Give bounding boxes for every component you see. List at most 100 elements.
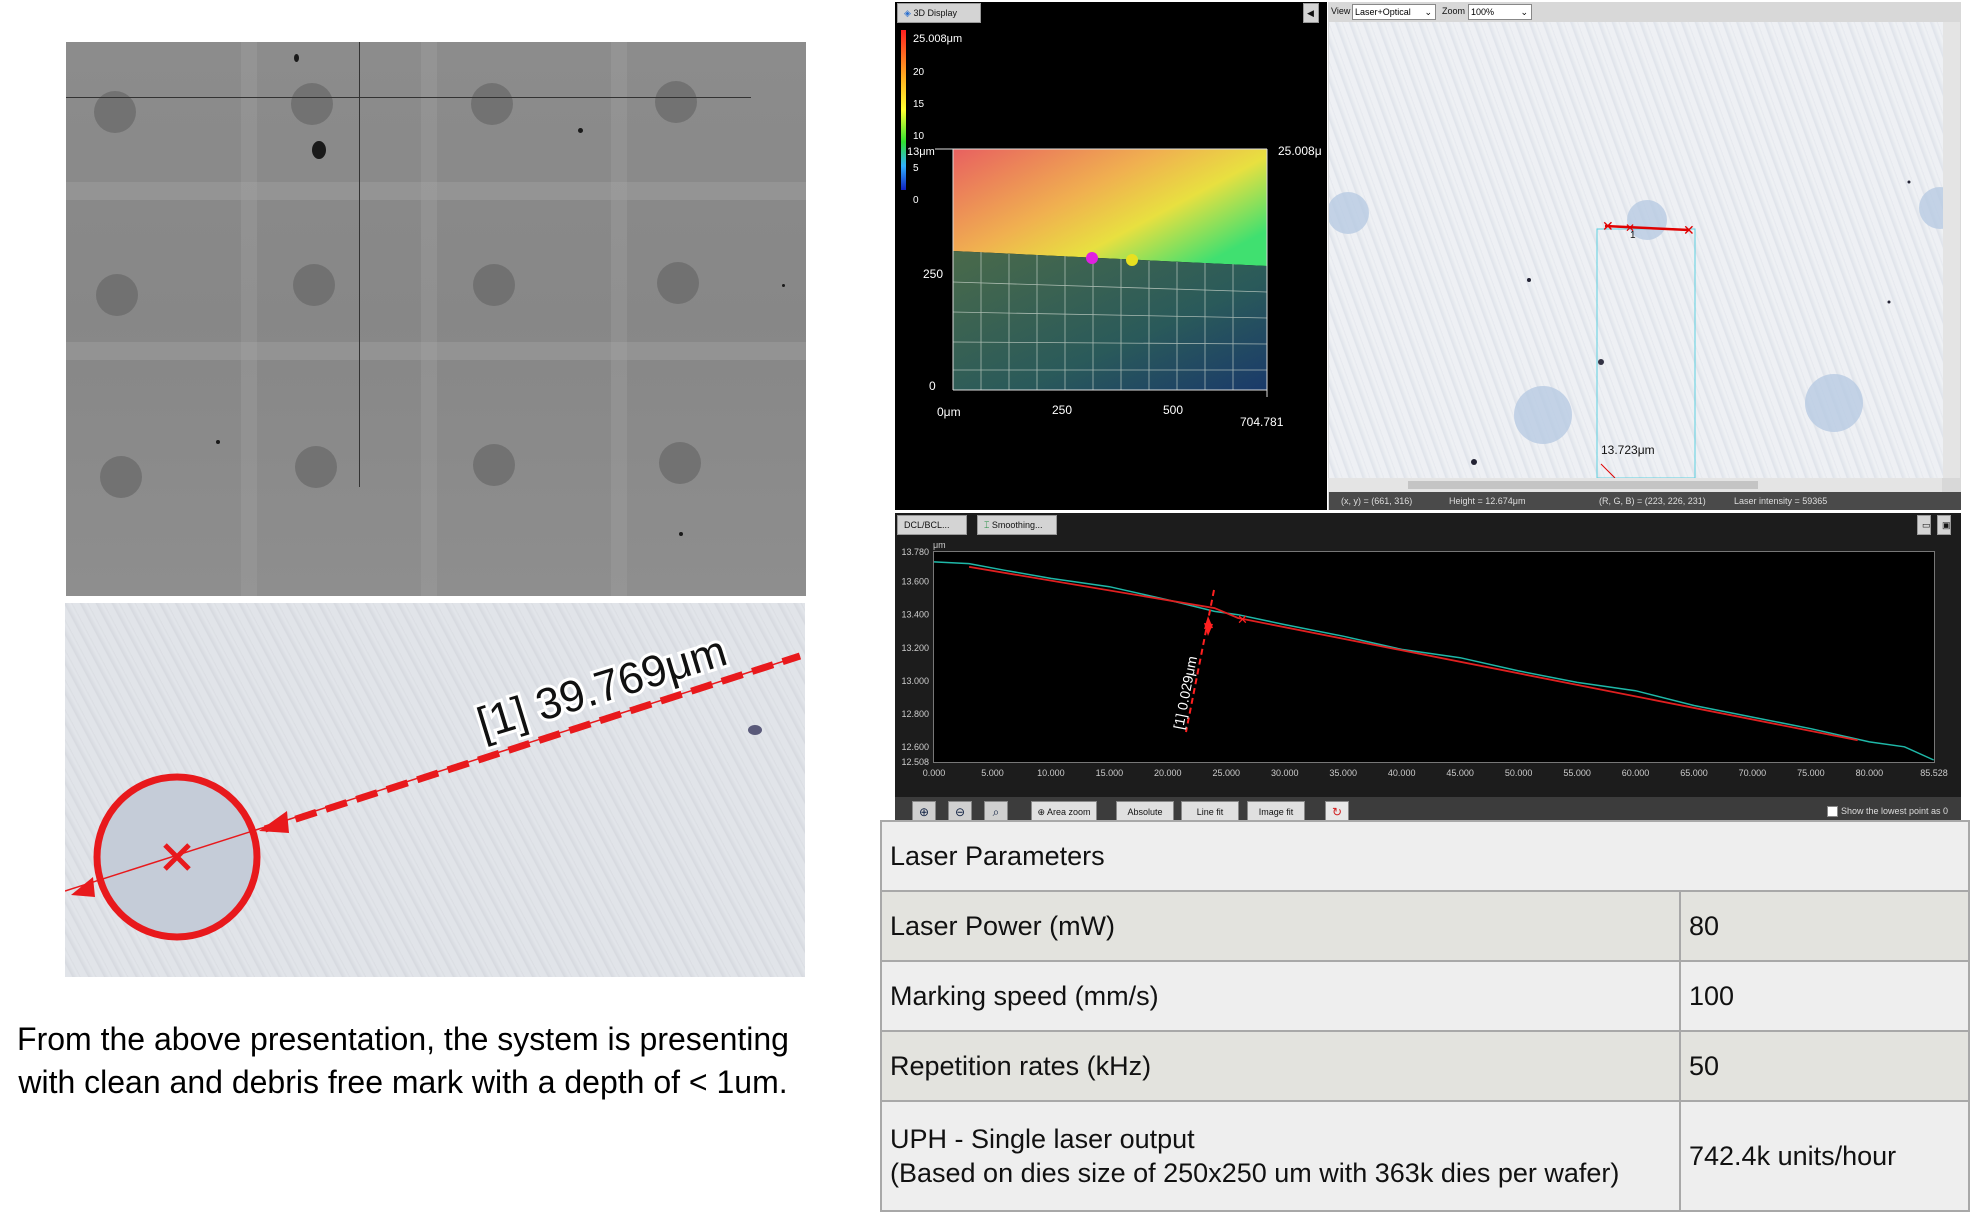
crosshair-vertical <box>359 42 360 487</box>
horizontal-scrollbar[interactable] <box>1328 478 1942 492</box>
scale-tick-label: 20 <box>913 67 925 78</box>
zoomed-mark-image: [1] 39.769μm <box>65 603 805 977</box>
laser-mark-dot <box>100 456 142 498</box>
view-mode-select[interactable]: Laser+Optical ⌄ <box>1352 4 1436 20</box>
zoom-select[interactable]: 100% ⌄ <box>1468 4 1532 20</box>
x-tick-label: 50.000 <box>1505 768 1533 778</box>
chevron-left-icon: ◀ <box>1307 8 1314 18</box>
y-tick-label: 13.400 <box>901 610 929 620</box>
collapse-button[interactable]: ◀ <box>1303 3 1319 23</box>
y-tick-label: 250 <box>923 267 943 281</box>
laser-mark-dot <box>293 264 335 306</box>
tab-dcl-bcl[interactable]: DCL/BCL... <box>897 515 967 535</box>
param-value: 80 <box>1679 890 1970 962</box>
x-tick-label: 0.000 <box>923 768 946 778</box>
x-tick-label: 45.000 <box>1446 768 1474 778</box>
y-tick-label: 13.780 <box>901 547 929 557</box>
vertical-scrollbar[interactable] <box>1942 22 1960 478</box>
lowest-point-label: Show the lowest point as 0 <box>1841 806 1949 816</box>
image-fit-label: Image fit <box>1258 807 1294 817</box>
tab-smoothing-label: Smoothing... <box>991 520 1043 530</box>
height-readout: Height = 12.674μm <box>1449 496 1526 506</box>
laser-mark-dot <box>659 442 701 484</box>
zoom-label: Zoom <box>1442 6 1466 16</box>
z-axis-label: 13μm <box>907 146 935 158</box>
uph-title: UPH - Single laser output <box>890 1124 1195 1154</box>
cube-icon: ◈ <box>904 8 911 18</box>
param-name: Marking speed (mm/s) <box>880 960 1681 1032</box>
table-row: Laser Power (mW) 80 <box>880 890 1970 962</box>
x-tick-label: 35.000 <box>1329 768 1357 778</box>
view-mode-value: Laser+Optical <box>1355 7 1411 17</box>
y-tick-label: 12.508 <box>901 757 929 767</box>
surface-3d-view: 25.008μm 20 15 10 5 0 13μm 25.008μ 250 0… <box>901 30 1322 429</box>
area-zoom-icon: ⊕ <box>1037 807 1045 817</box>
laser-mark-dot <box>473 444 515 486</box>
crosshair-horizontal <box>66 97 751 98</box>
x-tick-label: 55.000 <box>1563 768 1591 778</box>
param-value: 50 <box>1679 1030 1970 1102</box>
param-value: 742.4k units/hour <box>1679 1100 1970 1212</box>
surface-top <box>953 149 1267 266</box>
debris-speck <box>294 54 299 62</box>
param-name: UPH - Single laser output (Based on dies… <box>880 1100 1681 1212</box>
y-tick-label: 13.000 <box>901 676 929 686</box>
y-tick-label: 12.800 <box>901 709 929 719</box>
absolute-label: Absolute <box>1127 807 1163 817</box>
zoom-value: 100% <box>1471 7 1495 17</box>
maximize-button[interactable]: ▣ <box>1937 515 1951 535</box>
laser-mark-dot <box>471 83 513 125</box>
laser-mark-dot <box>96 274 138 316</box>
scale-tick-label: 15 <box>913 99 925 110</box>
minimize-icon: ▭ <box>1922 520 1931 530</box>
rgb-readout: (R, G, B) = (223, 226, 231) <box>1599 496 1706 506</box>
y-tick-label: 0 <box>929 379 936 393</box>
line-fit-label: Line fit <box>1196 807 1224 817</box>
tab-3d-display-label: 3D Display <box>913 8 957 18</box>
laser-mark-dot <box>473 264 515 306</box>
surface-grid-face <box>953 251 1267 390</box>
cross-marker-icon: ✕ <box>1602 218 1614 234</box>
table-title: Laser Parameters <box>880 820 1970 892</box>
scale-max-label: 25.008μm <box>913 33 962 45</box>
color-scale-bar <box>901 30 906 190</box>
x-tick-label: 75.000 <box>1797 768 1825 778</box>
x-tick-label: 704.781 <box>1240 415 1284 429</box>
chevron-down-icon: ⌄ <box>1520 7 1528 17</box>
lowest-point-checkbox[interactable] <box>1827 806 1838 817</box>
zoom-out-icon: ⊖ <box>954 805 966 819</box>
minimize-button[interactable]: ▭ <box>1917 515 1931 535</box>
x-tick-label: 15.000 <box>1096 768 1124 778</box>
point-label: 1 <box>1630 230 1636 241</box>
arrow-head-icon <box>71 877 95 897</box>
x-tick-label: 20.000 <box>1154 768 1182 778</box>
optical-image-view[interactable]: ✕ ✕ ✕ 1 13.723μm <box>1329 22 1943 478</box>
status-bar: (x, y) = (661, 316) Height = 12.674μm (R… <box>1329 492 1961 510</box>
tab-3d-display[interactable]: ◈ 3D Display <box>897 3 981 23</box>
param-name: Laser Power (mW) <box>880 890 1681 962</box>
x-tick-label: 65.000 <box>1680 768 1708 778</box>
x-tick-label: 25.000 <box>1213 768 1241 778</box>
width-measure-label: 13.723μm <box>1601 443 1655 457</box>
smoothing-icon: ⌶ <box>984 520 990 530</box>
marker-point-yellow[interactable] <box>1126 254 1138 266</box>
laser-mark-dot <box>295 446 337 488</box>
debris-speck <box>216 440 220 444</box>
laser-intensity-readout: Laser intensity = 59365 <box>1734 496 1828 506</box>
table-row: UPH - Single laser output (Based on dies… <box>880 1100 1970 1212</box>
marker-point-magenta[interactable] <box>1086 252 1098 264</box>
tab-smoothing[interactable]: ⌶ Smoothing... <box>977 515 1057 535</box>
measurement-overlay: ✕ ✕ ✕ 1 13.723μm <box>1471 180 1911 478</box>
laser-parameters-table: Laser Parameters Laser Power (mW) 80 Mar… <box>880 820 1970 1212</box>
debris-speck <box>312 141 326 159</box>
param-value: 100 <box>1679 960 1970 1032</box>
x-tick-label: 30.000 <box>1271 768 1299 778</box>
x-tick-label: 85.528 <box>1920 768 1948 778</box>
laser-mark-dot <box>291 83 333 125</box>
laser-mark-dot <box>657 262 699 304</box>
laser-mark-dot <box>655 81 697 123</box>
view-label: View <box>1331 6 1351 16</box>
table-row: Repetition rates (kHz) 50 <box>880 1030 1970 1102</box>
y-tick-label: 13.600 <box>901 577 929 587</box>
measurement-overlay: [1] 39.769μm <box>65 623 802 941</box>
